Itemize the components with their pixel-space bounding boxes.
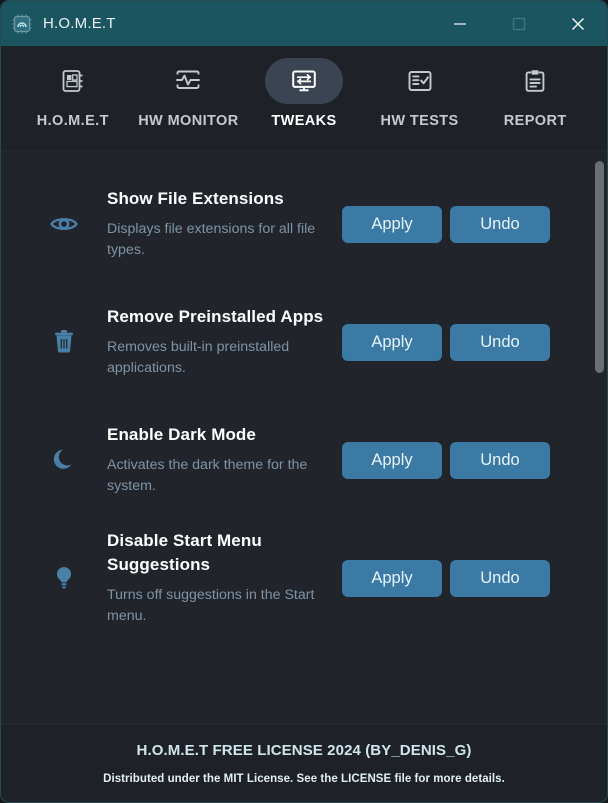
tweak-title: Remove Preinstalled Apps: [107, 307, 324, 327]
tab-report[interactable]: REPORT: [481, 46, 589, 129]
tab-label: H.O.M.E.T: [36, 113, 109, 129]
tweaks-scroll-area: Show File Extensions Displays file exten…: [1, 151, 607, 724]
app-window: H.O.M.E.T H.O.M.E.T HW MONITOR TWEAKS HW…: [0, 0, 608, 803]
tweak-text: Disable Start Menu Suggestions Turns off…: [87, 529, 342, 627]
tweak-row: Remove Preinstalled Apps Removes built-i…: [1, 283, 607, 401]
tweak-row: Show File Extensions Displays file exten…: [1, 165, 607, 283]
license-text: H.O.M.E.T FREE LICENSE 2024 (BY_DENIS_G): [136, 742, 472, 759]
chip-grid-icon: [34, 58, 112, 104]
tweak-actions: Apply Undo: [342, 205, 576, 243]
undo-button[interactable]: Undo: [450, 441, 550, 479]
undo-button[interactable]: Undo: [450, 559, 550, 597]
tweak-description: Turns off suggestions in the Start menu.: [107, 587, 315, 625]
scrollbar-track[interactable]: [589, 151, 607, 724]
minimize-icon: [453, 22, 466, 25]
apply-button[interactable]: Apply: [342, 441, 442, 479]
tab-tweaks[interactable]: TWEAKS: [250, 46, 358, 129]
maximize-icon: [512, 17, 525, 30]
footer: H.O.M.E.T FREE LICENSE 2024 (BY_DENIS_G)…: [1, 724, 607, 802]
tweak-title: Enable Dark Mode: [107, 425, 256, 445]
close-button[interactable]: [548, 1, 607, 46]
tweak-title: Disable Start Menu Suggestions: [107, 531, 262, 575]
monitor-pulse-icon: [149, 58, 227, 104]
tweak-text: Remove Preinstalled Apps Removes built-i…: [87, 305, 342, 379]
tweak-title: Show File Extensions: [107, 189, 284, 209]
tweak-description: Displays file extensions for all file ty…: [107, 221, 316, 259]
tab-label: TWEAKS: [271, 113, 337, 129]
tweak-list: Show File Extensions Displays file exten…: [1, 151, 607, 724]
eye-icon: [41, 209, 87, 239]
apply-button[interactable]: Apply: [342, 205, 442, 243]
app-title: H.O.M.E.T: [43, 15, 116, 32]
tweak-actions: Apply Undo: [342, 323, 576, 361]
checklist-icon: [381, 58, 459, 104]
undo-button[interactable]: Undo: [450, 205, 550, 243]
tweak-row: Disable Start Menu Suggestions Turns off…: [1, 519, 607, 637]
tab-hw-tests[interactable]: HW TESTS: [366, 46, 474, 129]
moon-icon: [41, 445, 87, 475]
apply-button[interactable]: Apply: [342, 559, 442, 597]
tweak-description: Removes built-in preinstalled applicatio…: [107, 339, 290, 377]
tab-label: REPORT: [503, 113, 567, 129]
mit-notice-text: Distributed under the MIT License. See t…: [103, 773, 505, 785]
maximize-button[interactable]: [489, 1, 548, 46]
tab-hw-monitor[interactable]: HW MONITOR: [134, 46, 242, 129]
title-bar: H.O.M.E.T: [1, 1, 607, 46]
apply-button[interactable]: Apply: [342, 323, 442, 361]
minimize-button[interactable]: [430, 1, 489, 46]
monitor-sliders-icon: [264, 58, 343, 104]
lightbulb-icon: [41, 563, 87, 593]
tab-label: HW TESTS: [380, 113, 459, 129]
tweak-text: Enable Dark Mode Activates the dark them…: [87, 423, 342, 497]
undo-button[interactable]: Undo: [450, 323, 550, 361]
clipboard-icon: [496, 58, 574, 104]
tweak-actions: Apply Undo: [342, 441, 576, 479]
trash-icon: [41, 327, 87, 357]
cpu-chip-icon: [11, 13, 33, 35]
tab-bar: H.O.M.E.T HW MONITOR TWEAKS HW TESTS REP…: [1, 46, 607, 151]
tweak-text: Show File Extensions Displays file exten…: [87, 187, 342, 261]
tweak-row: Enable Dark Mode Activates the dark them…: [1, 401, 607, 519]
scrollbar-thumb[interactable]: [595, 161, 604, 373]
tab-homet[interactable]: H.O.M.E.T: [19, 46, 127, 129]
tweak-description: Activates the dark theme for the system.: [107, 457, 308, 495]
tab-label: HW MONITOR: [138, 113, 239, 129]
window-controls: [430, 1, 607, 46]
close-icon: [571, 17, 584, 30]
tweak-actions: Apply Undo: [342, 559, 576, 597]
